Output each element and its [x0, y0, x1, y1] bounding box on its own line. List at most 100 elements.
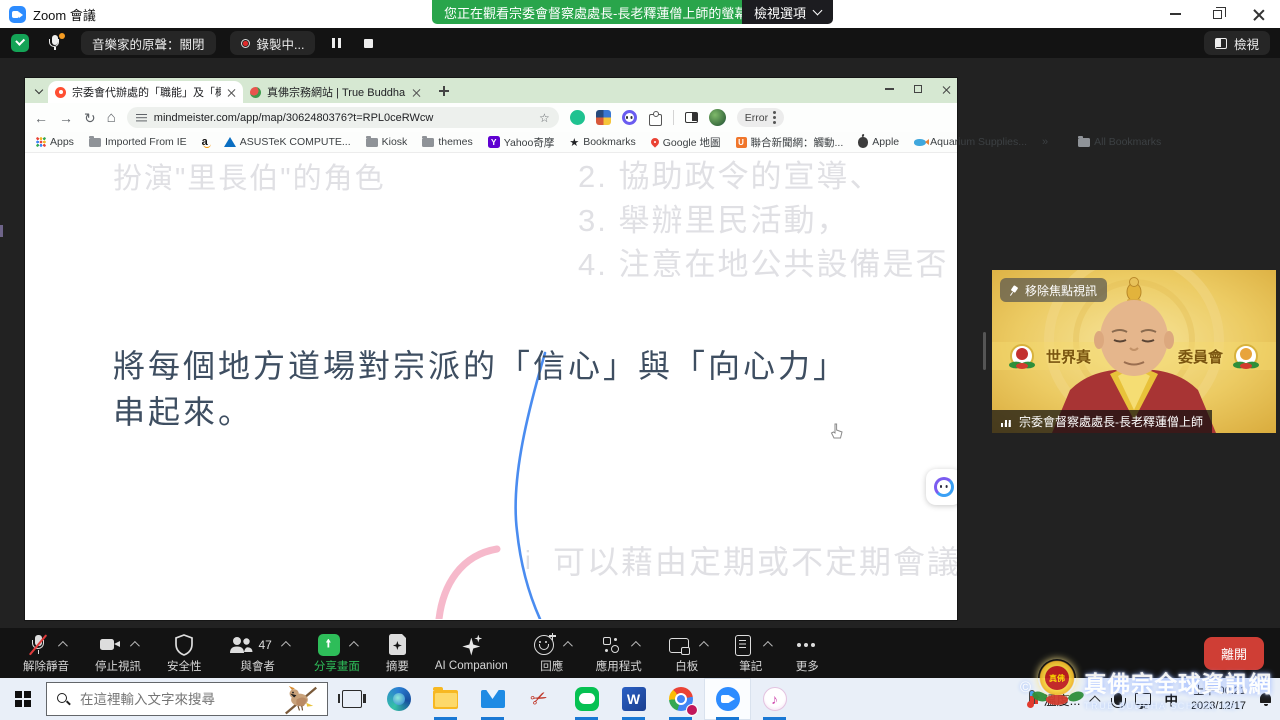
mindmap-node-faded-bottom[interactable]: 可以藉由定期或不定期會議 [553, 537, 957, 583]
panel-resize-grip[interactable] [983, 332, 986, 370]
taskbar-zoom[interactable] [704, 678, 751, 720]
chevron-up-icon[interactable] [763, 641, 773, 651]
task-view-button[interactable] [328, 678, 375, 720]
speaker-video-thumbnail[interactable]: 世界真 委員會 移除焦點視訊 宗委會督察處處長-長老釋蓮僧上師 [992, 270, 1276, 433]
share-screen-button[interactable]: 分享畫面 [301, 628, 373, 678]
tab-true-buddha[interactable]: 真佛宗務網站 | True Buddha S.. [243, 81, 428, 103]
tab-search-button[interactable] [30, 82, 48, 100]
bookmark-bookmarks[interactable]: Bookmarks [569, 136, 635, 149]
bookmark-aquarium[interactable]: Aquarium Supplies... [914, 136, 1027, 148]
browser-restore-button[interactable] [914, 85, 922, 93]
taskbar-chrome[interactable] [657, 678, 704, 720]
weather-widget[interactable]: 溫度... [1027, 690, 1081, 709]
all-bookmarks-button[interactable]: All Bookmarks [1078, 136, 1161, 148]
home-button[interactable] [107, 110, 116, 125]
extension-icon[interactable] [596, 110, 611, 125]
browser-menu-icon[interactable] [773, 116, 776, 119]
new-tab-button[interactable] [435, 82, 453, 100]
bookmark-imported-from-ie[interactable]: Imported From IE [89, 136, 187, 148]
pause-recording-button[interactable] [325, 32, 347, 54]
ai-assistant-widget[interactable] [926, 469, 957, 505]
chevron-up-icon[interactable] [58, 641, 68, 651]
taskbar-word[interactable]: W [610, 678, 657, 720]
chevron-up-icon[interactable] [563, 641, 573, 651]
ime-indicator[interactable]: 中 [1164, 689, 1178, 709]
close-tab-icon[interactable] [412, 88, 421, 97]
apps-button[interactable]: 應用程式 [583, 628, 655, 678]
more-button[interactable]: 更多 [783, 628, 832, 678]
bookmark-udn[interactable]: U聯合新聞網：觸動... [736, 135, 844, 150]
security-button[interactable]: 安全性 [154, 628, 215, 678]
tray-microphone-icon[interactable] [1114, 693, 1122, 705]
unmute-button[interactable]: 解除靜音 [10, 628, 82, 678]
taskbar-edge[interactable] [375, 678, 422, 720]
taskbar-line[interactable] [563, 678, 610, 720]
tray-display-icon[interactable] [1135, 693, 1151, 705]
taskbar-file-explorer[interactable] [422, 678, 469, 720]
bookmark-apps[interactable]: Apps [36, 136, 74, 148]
url-text: mindmeister.com/app/map/3062480376?t=RPL… [154, 112, 532, 124]
stop-recording-button[interactable] [357, 32, 379, 54]
mindmap-node-faded[interactable]: 扮演"里長伯"的角色 [113, 155, 386, 197]
chevron-up-icon[interactable] [130, 641, 140, 651]
reactions-button[interactable]: 回應 [521, 628, 583, 678]
bookmark-kiosk[interactable]: Kiosk [366, 136, 408, 148]
bookmark-yahoo[interactable]: YYahoo奇摩 [488, 135, 555, 150]
forward-button[interactable] [59, 111, 73, 125]
mindmap-node-main[interactable]: 將每個地方道場對宗派的「信心」與「向心力」 串起來。 [113, 343, 848, 435]
stop-video-button[interactable]: 停止視訊 [82, 628, 154, 678]
address-bar[interactable]: mindmeister.com/app/map/3062480376?t=RPL… [127, 107, 559, 128]
recording-label: 錄製中... [257, 34, 305, 53]
mindmap-canvas[interactable]: 扮演"里長伯"的角色 2. 協助政令的宣導、 3. 舉辦里民活動， 4. 注意在… [25, 153, 957, 619]
tray-overflow-chevron[interactable] [1090, 695, 1101, 706]
leave-meeting-button[interactable]: 離開 [1204, 637, 1264, 670]
chevron-up-icon[interactable] [699, 641, 709, 651]
extension-icon[interactable] [570, 110, 585, 125]
summary-button[interactable]: 摘要 [373, 628, 422, 678]
taskbar-search-box[interactable] [46, 682, 328, 716]
bookmark-google-maps[interactable]: Google 地圖 [651, 135, 721, 150]
notification-bell-icon[interactable] [1259, 692, 1272, 706]
security-shield-icon[interactable] [11, 34, 29, 52]
bookmark-asustek[interactable]: ASUSTeK COMPUTE... [224, 136, 351, 148]
extensions-puzzle-icon[interactable] [648, 111, 662, 125]
chevron-up-icon[interactable] [631, 641, 641, 651]
mindmap-node-faded-list[interactable]: 2. 協助政令的宣導、 3. 舉辦里民活動， 4. 注意在地公共設備是否 [578, 155, 948, 287]
audio-status-icon[interactable] [45, 33, 65, 53]
sync-error-badge[interactable]: Error [737, 108, 784, 127]
start-button[interactable] [0, 678, 46, 720]
view-options-button[interactable]: 檢視選項 [742, 0, 833, 24]
bookmarks-overflow-icon[interactable] [1042, 136, 1048, 148]
taskbar-itunes[interactable]: ♪ [751, 678, 798, 720]
ai-companion-button[interactable]: AI Companion [422, 628, 521, 678]
remove-spotlight-button[interactable]: 移除焦點視訊 [1000, 278, 1107, 302]
whiteboard-button[interactable]: 白板 [655, 628, 719, 678]
participants-button[interactable]: 47 與會者 [215, 628, 301, 678]
close-button[interactable] [1238, 0, 1280, 28]
view-button[interactable]: 檢視 [1204, 31, 1270, 55]
tab-mindmeister[interactable]: 宗委會代辦處的「職能」及「概.. [48, 81, 243, 103]
chevron-up-icon[interactable] [281, 641, 291, 651]
minimize-button[interactable] [1154, 0, 1196, 28]
back-button[interactable] [34, 111, 48, 125]
bookmark-apple[interactable]: Apple [858, 136, 899, 148]
browser-minimize-button[interactable] [885, 88, 894, 89]
extension-icon[interactable] [622, 110, 637, 125]
search-input[interactable] [78, 691, 248, 708]
notes-button[interactable]: 筆記 [719, 628, 783, 678]
bookmark-amazon[interactable]: a [202, 136, 209, 148]
restore-button[interactable] [1196, 0, 1238, 28]
browser-close-button[interactable] [942, 85, 951, 94]
taskbar-clock[interactable]: 上午 00:21 2023/12/17 [1191, 684, 1246, 714]
close-tab-icon[interactable] [227, 88, 236, 97]
taskbar-mail[interactable] [469, 678, 516, 720]
bookmark-star-icon[interactable] [539, 111, 550, 125]
original-sound-button[interactable]: 音樂家的原聲：關閉 [81, 31, 216, 55]
reload-button[interactable] [84, 111, 96, 125]
site-settings-icon[interactable] [136, 113, 147, 122]
profile-avatar[interactable] [709, 109, 726, 126]
side-panel-icon[interactable] [685, 112, 698, 123]
chevron-up-icon[interactable] [349, 641, 359, 651]
bookmark-themes[interactable]: themes [422, 136, 472, 148]
taskbar-snipping-tool[interactable]: ✂ [516, 678, 563, 720]
